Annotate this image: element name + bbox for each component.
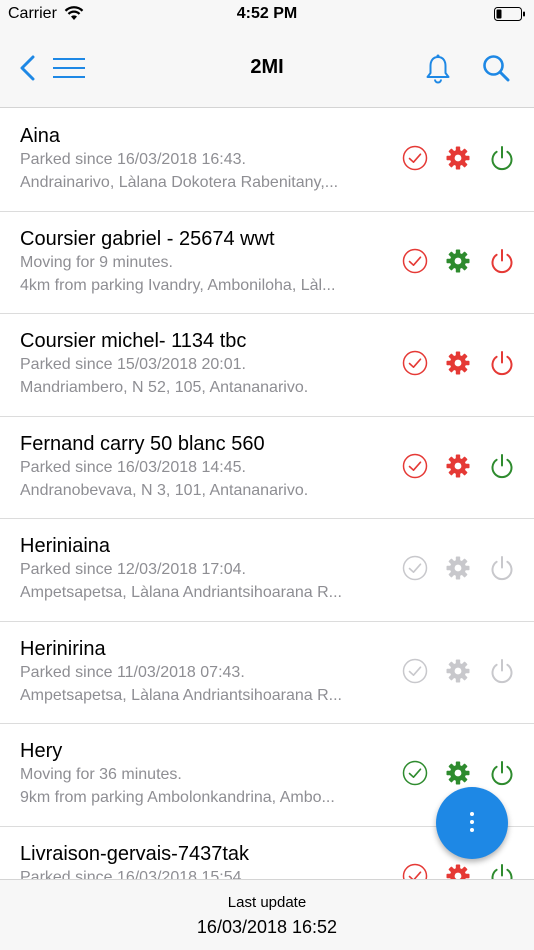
vehicle-name: Heriniaina — [20, 535, 111, 557]
vehicle-status: Parked since 16/03/2018 14:45. — [20, 458, 246, 476]
battery-icon — [494, 7, 525, 21]
power-icon[interactable] — [489, 453, 515, 479]
check-circle-icon[interactable] — [402, 760, 428, 786]
search-icon[interactable] — [482, 54, 510, 82]
last-update-label: Last update — [227, 894, 307, 911]
vehicle-address: Ampetsapetsa, Làlana Andriantsihoarana R… — [20, 584, 342, 601]
gear-icon[interactable] — [445, 350, 471, 376]
more-dot-icon — [470, 828, 474, 832]
vehicle-status: Parked since 15/03/2018 20:01. — [20, 356, 246, 373]
vehicle-status: Moving for 36 minutes. — [20, 766, 182, 783]
power-icon[interactable] — [489, 350, 515, 376]
more-dot-icon — [470, 812, 474, 816]
vehicle-list[interactable]: Aina Parked since 16/03/2018 16:43. Andr… — [0, 109, 534, 879]
bell-icon[interactable] — [425, 54, 451, 84]
vehicle-row[interactable]: Heriniaina Parked since 12/03/2018 17:04… — [0, 519, 534, 622]
vehicle-status: Parked since 11/03/2018 07:43. — [20, 663, 245, 681]
check-circle-icon[interactable] — [402, 658, 428, 684]
gear-icon[interactable] — [445, 863, 471, 879]
power-icon[interactable] — [489, 248, 515, 274]
vehicle-name: Coursier gabriel - 25674 wwt — [20, 227, 275, 250]
vehicle-address: 9km from parking Ambolonkandrina, Ambo..… — [20, 789, 335, 806]
vehicle-status: Moving for 9 minutes. — [20, 253, 173, 271]
vehicle-address: Andranobevava, N 3, 101, Antananarivo. — [20, 481, 309, 499]
check-circle-icon[interactable] — [402, 863, 428, 879]
navigation-bar: 2MI — [0, 30, 534, 108]
last-update-value: 16/03/2018 16:52 — [196, 917, 338, 937]
vehicle-address: Ampetsapetsa, Làlana Andriantsihoarana R… — [20, 686, 342, 704]
gear-icon[interactable] — [445, 453, 471, 479]
power-icon[interactable] — [489, 760, 515, 786]
power-icon[interactable] — [489, 145, 515, 171]
vehicle-address: 4km from parking Ivandry, Amboniloha, Là… — [20, 276, 336, 294]
vehicle-name: Fernand carry 50 blanc 560 — [20, 432, 265, 455]
vehicle-name: Coursier michel- 1134 tbc — [20, 330, 247, 352]
check-circle-icon[interactable] — [402, 248, 428, 274]
power-icon[interactable] — [489, 658, 515, 684]
vehicle-name: Aina — [20, 125, 61, 147]
vehicle-name: Hery — [20, 740, 63, 762]
clock-label: 4:52 PM — [236, 5, 298, 22]
vehicle-row[interactable]: Fernand carry 50 blanc 560 Parked since … — [0, 417, 534, 519]
last-update-footer: Last update 16/03/2018 16:52 — [0, 879, 534, 950]
check-circle-icon[interactable] — [402, 350, 428, 376]
gear-icon[interactable] — [445, 658, 471, 684]
vehicle-address: Mandriambero, N 52, 105, Antananarivo. — [20, 379, 309, 396]
vehicle-row[interactable]: Aina Parked since 16/03/2018 16:43. Andr… — [0, 109, 534, 212]
check-circle-icon[interactable] — [402, 453, 428, 479]
vehicle-row[interactable]: Coursier michel- 1134 tbc Parked since 1… — [0, 314, 534, 417]
vehicle-status: Parked since 16/03/2018 16:43. — [20, 151, 246, 168]
vehicle-status: Parked since 16/03/2018 15:54. — [20, 868, 246, 880]
gear-icon[interactable] — [445, 248, 471, 274]
vehicle-name: Livraison-gervais-7437tak — [20, 842, 250, 865]
more-dot-icon — [470, 820, 474, 824]
gear-icon[interactable] — [445, 145, 471, 171]
check-circle-icon[interactable] — [402, 145, 428, 171]
gear-icon[interactable] — [445, 555, 471, 581]
status-bar: Carrier 4:52 PM — [0, 0, 534, 30]
vehicle-row[interactable]: Coursier gabriel - 25674 wwt Moving for … — [0, 212, 534, 314]
vehicle-row[interactable]: Herinirina Parked since 11/03/2018 07:43… — [0, 622, 534, 724]
power-icon[interactable] — [489, 555, 515, 581]
more-actions-button[interactable] — [436, 787, 508, 859]
power-icon[interactable] — [489, 863, 515, 879]
vehicle-name: Herinirina — [20, 637, 106, 660]
page-title: 2MI — [250, 56, 284, 78]
vehicle-status: Parked since 12/03/2018 17:04. — [20, 561, 246, 578]
vehicle-address: Andrainarivo, Làlana Dokotera Rabenitany… — [20, 174, 339, 191]
check-circle-icon[interactable] — [402, 555, 428, 581]
gear-icon[interactable] — [445, 760, 471, 786]
